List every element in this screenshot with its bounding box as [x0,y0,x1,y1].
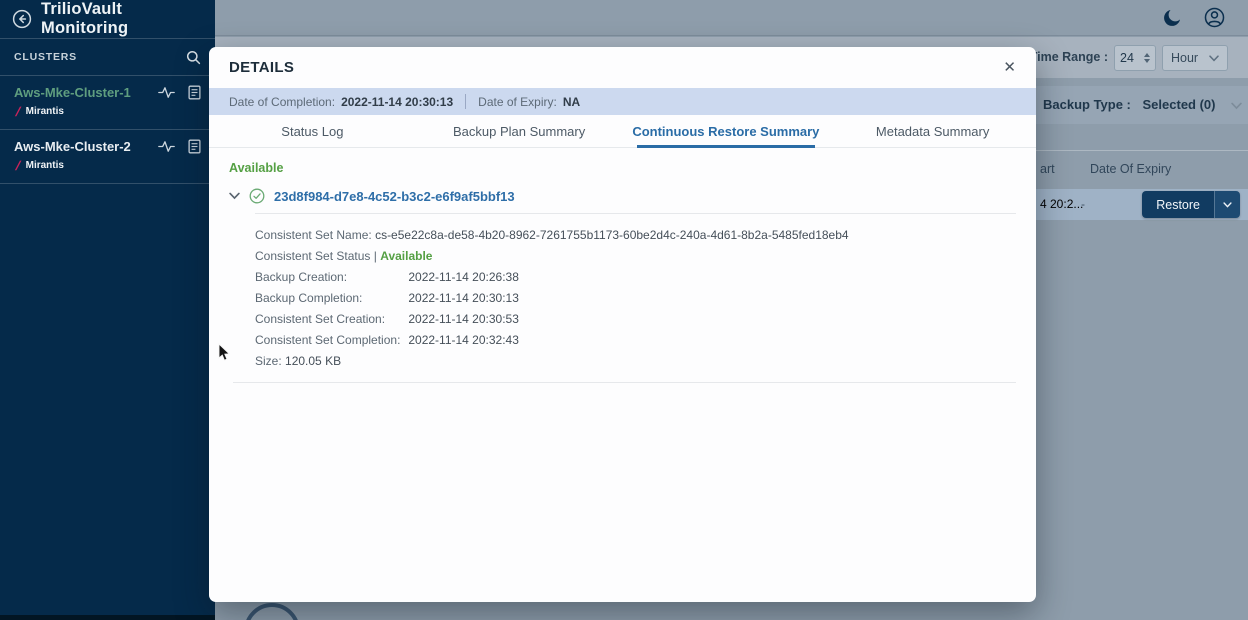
status-divider: | [374,249,377,263]
backup-completion-label: Backup Completion: [255,288,405,309]
number-spinner[interactable] [1144,53,1150,63]
tab-backup-plan-summary[interactable]: Backup Plan Summary [416,115,623,147]
clusters-section-label: CLUSTERS [14,51,77,63]
time-range-unit-value: Hour [1171,51,1198,65]
time-range-label: Time Range : [1030,50,1108,64]
restore-dropdown-caret[interactable] [1214,191,1240,218]
backup-creation-value: 2022-11-14 20:26:38 [408,270,519,284]
close-icon[interactable]: ✕ [1003,60,1016,75]
info-bar-divider [465,94,466,109]
modal-info-bar: Date of Completion: 2022-11-14 20:30:13 … [209,88,1036,115]
gauge-ring-partial [244,603,300,620]
sidebar-item-cluster-1[interactable]: Aws-Mke-Cluster-1 / Mirantis [0,76,215,129]
chevron-down-icon [1223,202,1232,208]
activity-pulse-icon[interactable] [158,86,175,99]
details-modal: DETAILS ✕ Date of Completion: 2022-11-14… [209,47,1036,602]
backup-completion-value: 2022-11-14 20:30:13 [408,291,519,305]
top-bar [215,0,1248,36]
cluster-name: Aws-Mke-Cluster-1 [14,85,158,100]
column-header-date-start-partial: art [1040,162,1055,176]
restore-id-link[interactable]: 23d8f984-d7e8-4c52-b3c2-e6f9af5bbf13 [274,189,515,204]
cluster-vendor: Mirantis [26,160,64,171]
column-header-date-of-expiry: Date Of Expiry [1090,162,1171,176]
consistent-set-status-label: Consistent Set Status [255,249,370,263]
user-account-icon[interactable] [1203,6,1226,29]
backup-type-value: Selected (0) [1143,97,1216,112]
time-range-input[interactable]: 24 [1114,45,1156,71]
chevron-down-icon [1209,55,1219,62]
dark-mode-moon-icon[interactable] [1162,7,1183,28]
cell-date-start: 4 20:2... [1040,197,1083,211]
sidebar-item-cluster-2[interactable]: Aws-Mke-Cluster-2 / Mirantis [0,130,215,183]
tab-metadata-summary[interactable]: Metadata Summary [829,115,1036,147]
back-icon[interactable] [12,9,32,29]
backup-type-label: Backup Type : [1043,97,1131,112]
tab-status-log[interactable]: Status Log [209,115,416,147]
modal-title: DETAILS [229,59,294,76]
report-document-icon[interactable] [188,85,201,100]
size-value: 120.05 KB [285,354,341,368]
search-icon[interactable] [186,50,201,65]
app-title: TrilioVault Monitoring [41,0,203,38]
cluster-vendor: Mirantis [26,106,64,117]
consistent-set-completion-label: Consistent Set Completion: [255,330,405,351]
check-circle-icon [249,188,265,204]
consistent-set-creation-value: 2022-11-14 20:30:53 [408,312,519,326]
restore-button[interactable]: Restore [1142,191,1214,218]
time-range-unit-select[interactable]: Hour [1162,45,1228,71]
cluster-name: Aws-Mke-Cluster-2 [14,139,158,154]
expiry-date-label: Date of Expiry: [478,95,557,109]
chevron-down-icon[interactable] [1231,102,1242,110]
time-range-value: 24 [1120,51,1134,65]
consistent-set-creation-label: Consistent Set Creation: [255,309,405,330]
tab-continuous-restore-summary[interactable]: Continuous Restore Summary [623,115,830,147]
activity-pulse-icon[interactable] [158,140,175,153]
consistent-set-status-value: Available [380,249,432,263]
report-document-icon[interactable] [188,139,201,154]
mirantis-logo: / [15,104,21,119]
separator [255,213,1016,214]
consistent-set-name-value: cs-e5e22c8a-de58-4b20-8962-7261755b1173-… [375,228,849,242]
restore-details: Consistent Set Name: cs-e5e22c8a-de58-4b… [255,225,1016,372]
backup-creation-label: Backup Creation: [255,267,405,288]
mouse-cursor [218,343,231,362]
sidebar-bottom-edge [0,615,215,620]
completion-date-value: 2022-11-14 20:30:13 [341,95,453,109]
expiry-date-value: NA [563,95,580,109]
completion-date-label: Date of Completion: [229,95,335,109]
mirantis-logo: / [15,158,21,173]
separator [233,382,1016,383]
cell-date-of-expiry: - [1081,197,1085,211]
chevron-down-icon[interactable] [229,192,240,200]
modal-tabs: Status Log Backup Plan Summary Continuou… [209,115,1036,148]
size-label: Size: [255,354,282,368]
consistent-set-name-label: Consistent Set Name: [255,228,372,242]
sidebar: TrilioVault Monitoring CLUSTERS Aws-Mke-… [0,0,215,620]
consistent-set-completion-value: 2022-11-14 20:32:43 [408,333,519,347]
availability-status: Available [229,161,1016,175]
